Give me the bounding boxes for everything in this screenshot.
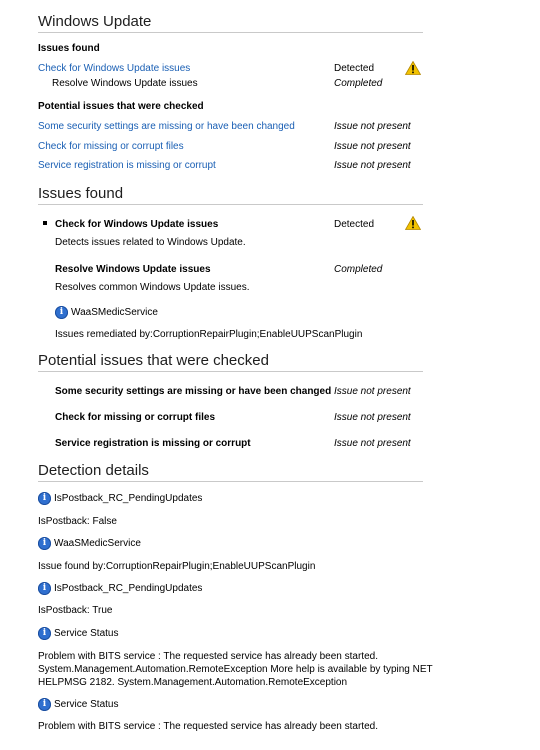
status-issue-not-present: Issue not present (334, 160, 411, 171)
info-icon: i (38, 537, 51, 550)
resolve-windows-update-issues-text: Resolve Windows Update issues (52, 78, 198, 89)
security-settings-link[interactable]: Some security settings are missing or ha… (38, 121, 295, 132)
detail-text: HELPMSG 2182. System.Management.Automati… (38, 677, 348, 688)
section-title-detection-details: Detection details (38, 462, 149, 479)
potential-issues-label: Potential issues that were checked (38, 101, 204, 112)
section-title-issues-found: Issues found (38, 185, 124, 202)
issue-resolve-windows-update-title: Resolve Windows Update issues (55, 264, 211, 275)
info-icon: i (55, 306, 68, 319)
warning-icon (405, 216, 421, 230)
detail-text: IsPostback: False (38, 516, 117, 527)
warning-icon (405, 61, 421, 75)
service-registration-link[interactable]: Service registration is missing or corru… (38, 160, 216, 171)
info-icon: i (38, 582, 51, 595)
detail-text: System.Management.Automation.RemoteExcep… (38, 664, 433, 675)
detail-name: Service Status (54, 699, 119, 710)
potential-item-service-registration: Service registration is missing or corru… (55, 438, 251, 449)
status-detected: Detected (334, 219, 375, 230)
status-issue-not-present: Issue not present (334, 386, 411, 397)
status-completed: Completed (334, 264, 383, 275)
service-name: WaaSMedicService (71, 307, 158, 318)
detail-text: Problem with BITS service : The requeste… (38, 721, 378, 732)
status-completed: Completed (334, 78, 383, 89)
info-icon: i (38, 698, 51, 711)
detail-name: IsPostback_RC_PendingUpdates (54, 493, 203, 504)
status-issue-not-present: Issue not present (334, 141, 411, 152)
check-windows-update-issues-link[interactable]: Check for Windows Update issues (38, 63, 190, 74)
status-detected: Detected (334, 63, 375, 74)
issues-found-label: Issues found (38, 43, 100, 54)
detail-name: IsPostback_RC_PendingUpdates (54, 583, 203, 594)
status-issue-not-present: Issue not present (334, 412, 411, 423)
divider (38, 371, 423, 372)
info-icon: i (38, 627, 51, 640)
section-title-windows-update: Windows Update (38, 13, 152, 30)
section-title-potential-issues: Potential issues that were checked (38, 352, 269, 369)
detail-text: IsPostback: True (38, 605, 113, 616)
issue-resolve-description: Resolves common Windows Update issues. (55, 282, 250, 293)
info-icon: i (38, 492, 51, 505)
status-issue-not-present: Issue not present (334, 438, 411, 449)
detail-text: Issue found by:CorruptionRepairPlugin;En… (38, 561, 316, 572)
missing-corrupt-files-link[interactable]: Check for missing or corrupt files (38, 141, 184, 152)
divider (38, 32, 423, 33)
bullet-icon (43, 221, 47, 225)
detail-name: Service Status (54, 628, 119, 639)
divider (38, 204, 423, 205)
detail-text: Problem with BITS service : The requeste… (38, 651, 378, 662)
potential-item-security-settings: Some security settings are missing or ha… (55, 386, 332, 397)
detail-name: WaaSMedicService (54, 538, 141, 549)
issue-check-windows-update-title: Check for Windows Update issues (55, 219, 219, 230)
status-issue-not-present: Issue not present (334, 121, 411, 132)
remediated-text: Issues remediated by:CorruptionRepairPlu… (55, 329, 363, 340)
divider (38, 481, 423, 482)
potential-item-corrupt-files: Check for missing or corrupt files (55, 412, 216, 423)
issue-check-description: Detects issues related to Windows Update… (55, 237, 246, 248)
